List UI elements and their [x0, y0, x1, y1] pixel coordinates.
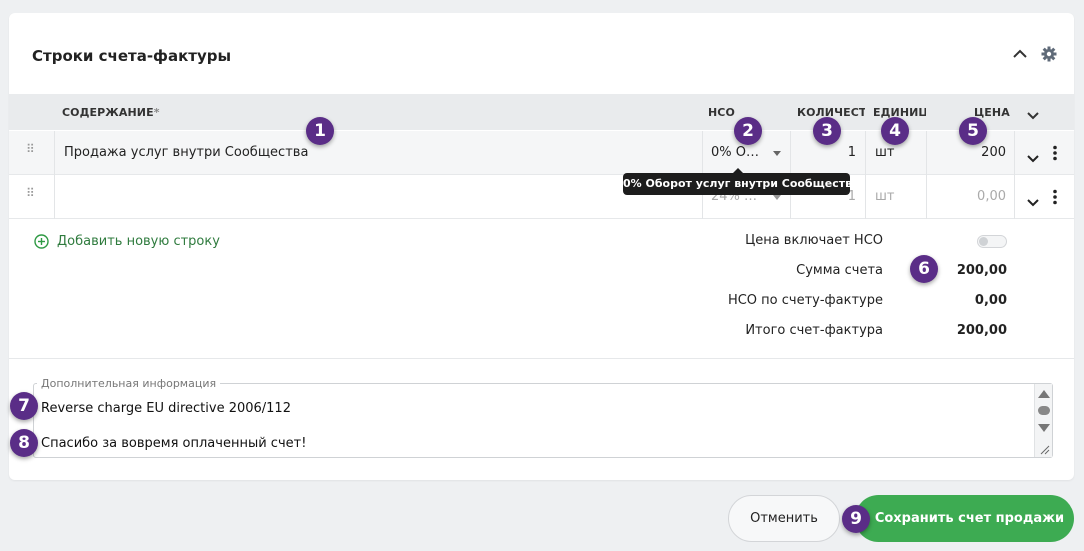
column-header-price[interactable]: ЦЕНА: [974, 106, 1010, 119]
plus-circle-icon: [34, 233, 49, 249]
marker-badge: 9: [842, 505, 870, 533]
marker-badge: 8: [10, 429, 38, 457]
additional-info-textarea[interactable]: Reverse charge EU directive 2006/112 Спа…: [33, 383, 1053, 458]
price-includes-vat-label: Цена включает НСО: [745, 233, 883, 248]
marker-badge: 4: [881, 117, 909, 145]
row-unit[interactable]: шт: [875, 145, 894, 160]
scroll-thumb[interactable]: [1038, 406, 1050, 415]
gear-icon[interactable]: [1038, 43, 1060, 65]
drag-handle-icon[interactable]: ⠿: [26, 187, 36, 205]
chevron-down-icon[interactable]: [1026, 193, 1040, 212]
row-vat-select[interactable]: 0% О…: [711, 145, 767, 160]
marker-badge: 5: [959, 117, 987, 145]
column-header-vat[interactable]: НСО: [708, 106, 735, 119]
add-row-label: Добавить новую строку: [57, 233, 220, 249]
section-title: Строки счета-фактуры: [32, 47, 232, 65]
price-includes-vat-toggle[interactable]: [977, 235, 1007, 248]
scroll-up-icon[interactable]: [1038, 390, 1050, 398]
row-content[interactable]: Продажа услуг внутри Сообщества: [64, 145, 308, 160]
invoice-lines-card: Строки счета-фактуры СОДЕРЖАНИЕ* НСО КОЛ…: [9, 13, 1074, 480]
marker-badge: 1: [306, 117, 334, 145]
more-vertical-icon[interactable]: [1053, 145, 1057, 165]
row-unit[interactable]: шт: [875, 189, 894, 204]
caret-down-icon[interactable]: [773, 195, 781, 200]
marker-badge: 2: [734, 117, 762, 145]
scroll-down-icon[interactable]: [1038, 424, 1050, 432]
table-row: ⠿ 24% … 1 шт 0,00: [9, 175, 1074, 219]
save-sale-invoice-button[interactable]: Сохранить счет продажи: [855, 495, 1074, 542]
invoice-total-label: Итого счет-фактура: [745, 323, 883, 338]
table-row: ⠿ Продажа услуг внутри Сообщества 0% О… …: [9, 131, 1074, 175]
marker-badge: 3: [813, 117, 841, 145]
invoice-total-value: 200,00: [956, 323, 1007, 338]
row-quantity[interactable]: 1: [799, 145, 856, 160]
divider: [9, 358, 1074, 359]
invoice-vat-label: НСО по счету-фактуре: [727, 293, 883, 308]
row-price[interactable]: 0,00: [936, 189, 1006, 204]
more-vertical-icon[interactable]: [1053, 189, 1057, 209]
invoice-vat-value: 0,00: [974, 293, 1007, 308]
marker-badge: 6: [910, 255, 938, 283]
chevron-up-icon[interactable]: [1009, 43, 1031, 65]
resize-handle-icon[interactable]: [1038, 443, 1050, 455]
chevron-down-icon[interactable]: [1026, 149, 1040, 168]
invoice-sum-label: Сумма счета: [796, 263, 883, 278]
notes-line: Спасибо за вовремя оплаченный счет!: [41, 436, 307, 451]
table-header: СОДЕРЖАНИЕ* НСО КОЛИЧЕСТВО ЕДИНИЦА ЦЕНА: [9, 94, 1074, 130]
row-price[interactable]: 200: [936, 145, 1006, 160]
marker-badge: 7: [10, 392, 38, 420]
add-row-button[interactable]: Добавить новую строку: [34, 232, 220, 250]
column-header-content[interactable]: СОДЕРЖАНИЕ*: [62, 106, 160, 119]
notes-line: Reverse charge EU directive 2006/112: [41, 401, 291, 416]
chevron-down-icon[interactable]: [1026, 106, 1040, 125]
additional-info-legend: Дополнительная информация: [37, 377, 221, 390]
caret-down-icon[interactable]: [773, 151, 781, 156]
vat-tooltip: 0% Оборот услуг внутри Сообщества: [623, 168, 860, 195]
invoice-sum-value: 200,00: [956, 263, 1007, 278]
drag-handle-icon[interactable]: ⠿: [26, 143, 36, 161]
cancel-button[interactable]: Отменить: [728, 495, 840, 542]
